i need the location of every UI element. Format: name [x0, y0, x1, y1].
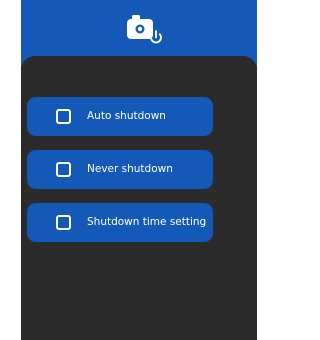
never-shutdown-checkbox[interactable] [56, 162, 71, 177]
shutdown-time-setting-option[interactable]: Shutdown time setting [27, 203, 213, 242]
option-label: Auto shutdown [87, 110, 166, 122]
auto-shutdown-checkbox[interactable] [56, 109, 71, 124]
camera-power-icon [127, 15, 162, 44]
shutdown-time-setting-checkbox[interactable] [56, 215, 71, 230]
option-label: Shutdown time setting [87, 216, 207, 228]
option-label: Never shutdown [87, 163, 173, 175]
auto-shutdown-option[interactable]: Auto shutdown [27, 97, 213, 136]
never-shutdown-option[interactable]: Never shutdown [27, 150, 213, 189]
shutdown-options-list: Auto shutdown Never shutdown Shutdown ti… [27, 97, 213, 256]
